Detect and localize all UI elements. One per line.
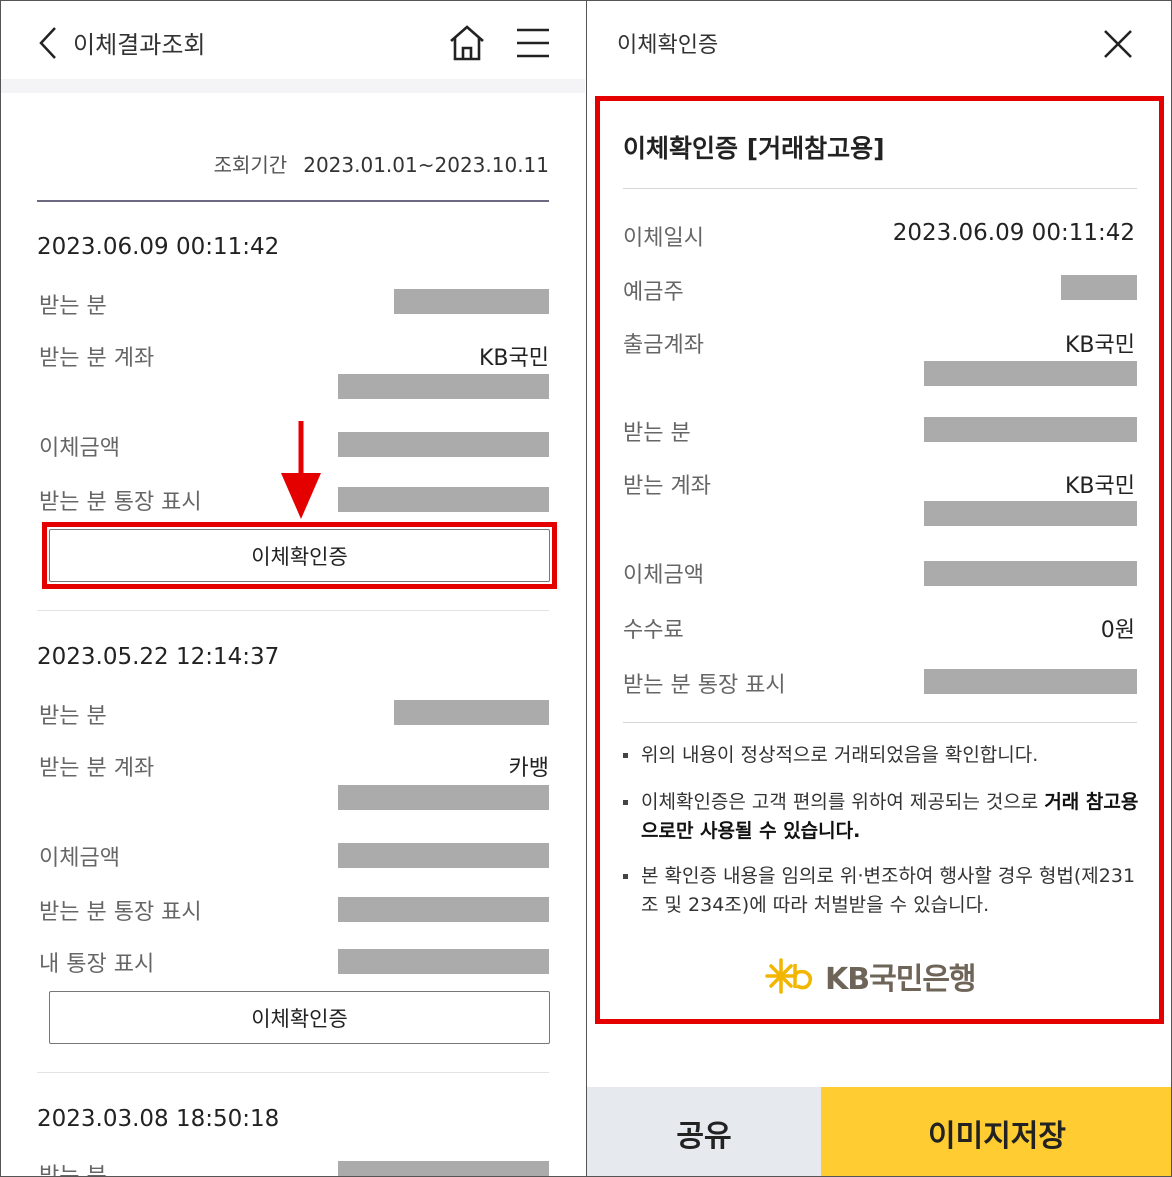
notice-item: 위의 내용이 정상적으로 거래되었음을 확인합니다.	[623, 741, 1143, 770]
notice-text: 본 확인증 내용을 임의로 위·변조하여 행사할 경우 형법(제231조 및 2…	[641, 865, 1136, 916]
chevron-left-icon[interactable]	[35, 25, 61, 61]
fee-label: 수수료	[623, 618, 684, 643]
transfer-result-panel: 이체결과조회 조회기간 2023.01.01~2023.10.11 2023.06…	[0, 0, 586, 1177]
transfer-certificate-panel: 이체확인증 이체확인증 [거래참고용] 이체일시 2023.06.09 00:1…	[586, 0, 1172, 1177]
save-image-button[interactable]: 이미지저장	[821, 1087, 1171, 1176]
red-arrow-down-icon	[281, 421, 321, 519]
notes-divider	[623, 722, 1137, 723]
recv-bank: KB국민	[1065, 474, 1135, 499]
redacted-account-number	[338, 785, 549, 810]
redacted-recv-account	[924, 501, 1137, 526]
period-label: 조회기간	[213, 153, 288, 177]
record-datetime: 2023.06.09 00:11:42	[37, 234, 280, 260]
datetime-value: 2023.06.09 00:11:42	[892, 220, 1135, 246]
account-label: 받는 분 계좌	[39, 756, 155, 781]
account-bank: KB국민	[479, 346, 549, 371]
redacted-recipient	[394, 700, 549, 725]
redacted-withdraw-account	[924, 361, 1137, 386]
recipient-label: 받는 분	[39, 294, 107, 319]
title-divider	[623, 188, 1137, 189]
record-divider	[37, 1072, 549, 1073]
account-bank: 카뱅	[508, 756, 549, 781]
notice-text: 위의 내용이 정상적으로 거래되었음을 확인합니다.	[641, 744, 1039, 766]
kb-logo-text: KB국민은행	[825, 962, 977, 997]
redacted-recipient	[338, 1161, 549, 1176]
redacted-recipient	[394, 289, 549, 314]
redacted-my-passbook	[338, 949, 549, 974]
panel-title: 이체확인증	[617, 33, 719, 58]
record-datetime: 2023.05.22 12:14:37	[37, 644, 280, 670]
hamburger-menu-icon[interactable]	[513, 25, 553, 61]
redacted-passbook	[338, 897, 549, 922]
amount-label: 이체금액	[623, 563, 704, 588]
recipient-label: 받는 분	[39, 1164, 107, 1177]
record-divider	[37, 610, 549, 611]
kb-bank-logo: KB국민은행	[765, 951, 1005, 1001]
header-divider	[1, 79, 585, 93]
list-top-divider	[37, 200, 549, 202]
passbook-label: 받는 분 통장 표시	[39, 490, 202, 515]
certificate-title: 이체확인증 [거래참고용]	[623, 134, 885, 163]
holder-label: 예금주	[623, 280, 684, 305]
redacted-holder	[1061, 275, 1137, 300]
kb-star-logo-icon	[765, 958, 813, 994]
redacted-passbook	[924, 669, 1137, 694]
redacted-account-number	[338, 374, 549, 399]
withdraw-bank: KB국민	[1065, 333, 1135, 358]
redacted-amount	[338, 843, 549, 868]
passbook-label: 받는 분 통장 표시	[39, 900, 202, 925]
notice-text: 이체확인증은 고객 편의를 위하여 제공되는 것으로	[641, 791, 1045, 813]
home-icon[interactable]	[447, 23, 487, 63]
redacted-amount	[338, 432, 549, 457]
my-passbook-label: 내 통장 표시	[39, 952, 155, 977]
datetime-label: 이체일시	[623, 226, 704, 251]
passbook-label: 받는 분 통장 표시	[623, 673, 786, 698]
share-button[interactable]: 공유	[587, 1087, 821, 1176]
fee-value: 0원	[1100, 618, 1135, 643]
notice-item: 본 확인증 내용을 임의로 위·변조하여 행사할 경우 형법(제231조 및 2…	[623, 862, 1143, 920]
amount-label: 이체금액	[39, 846, 120, 871]
redacted-passbook	[338, 487, 549, 512]
amount-label: 이체금액	[39, 436, 120, 461]
recv-account-label: 받는 계좌	[623, 474, 711, 499]
header-bar: 이체결과조회	[1, 1, 585, 79]
highlight-box	[42, 522, 557, 589]
recipient-label: 받는 분	[623, 421, 691, 446]
transfer-certificate-button[interactable]: 이체확인증	[49, 991, 550, 1044]
period-value: 2023.01.01~2023.10.11	[303, 153, 549, 177]
withdraw-account-label: 출금계좌	[623, 333, 704, 358]
redacted-amount	[924, 561, 1137, 586]
notice-item: 이체확인증은 고객 편의를 위하여 제공되는 것으로 거래 참고용으로만 사용될…	[623, 788, 1143, 846]
record-datetime: 2023.03.08 18:50:18	[37, 1106, 280, 1132]
account-label: 받는 분 계좌	[39, 346, 155, 371]
search-period: 조회기간 2023.01.01~2023.10.11	[214, 149, 549, 178]
recipient-label: 받는 분	[39, 704, 107, 729]
close-icon[interactable]	[1101, 27, 1135, 61]
page-title: 이체결과조회	[73, 31, 206, 59]
redacted-recipient	[924, 417, 1137, 442]
